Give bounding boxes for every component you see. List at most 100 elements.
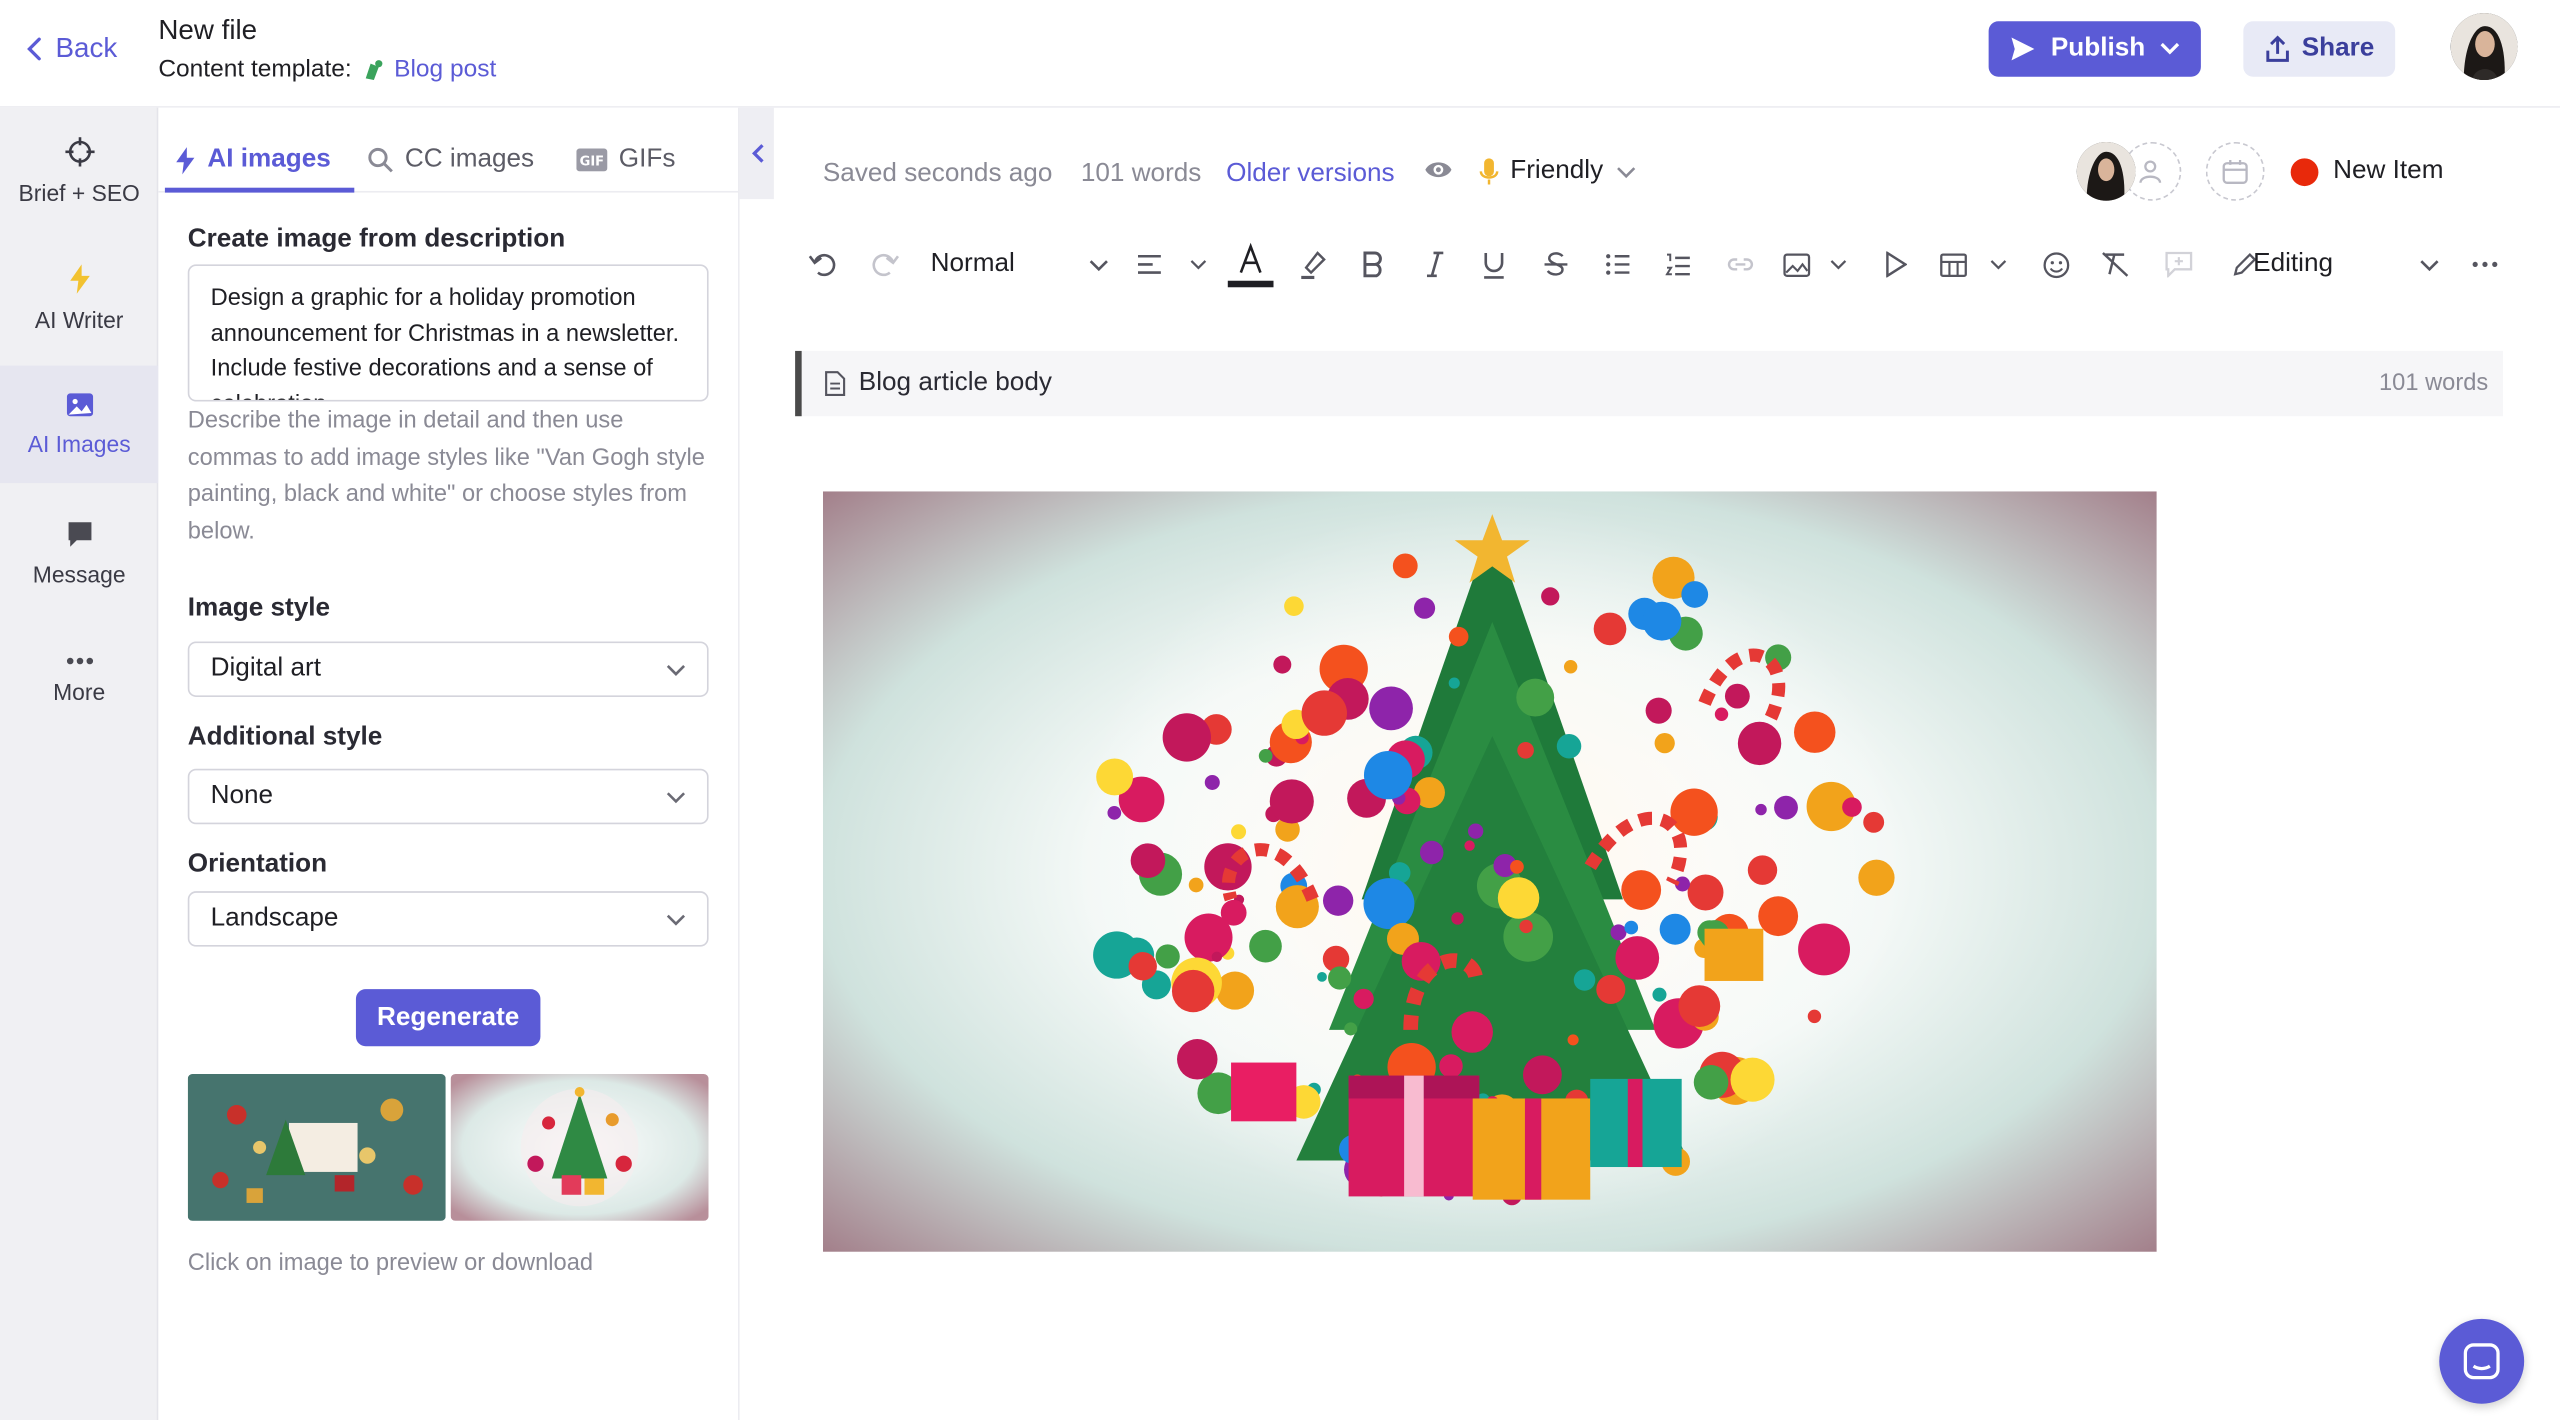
rail-item-ai-images[interactable]: AI Images: [0, 365, 159, 484]
ornament: [1363, 878, 1415, 930]
rail-item-message[interactable]: Message: [0, 495, 158, 613]
template-label: Content template:: [158, 55, 352, 84]
description-hint: Describe the image in detail and then us…: [187, 408, 705, 545]
ornament: [1593, 612, 1627, 646]
crosshair-icon: [64, 137, 94, 167]
undo-button[interactable]: [803, 235, 842, 294]
text-color-button[interactable]: [1225, 235, 1277, 294]
tab-label: GIFs: [618, 145, 676, 174]
search-icon: [368, 147, 393, 173]
ornament: [1758, 896, 1799, 937]
ornament: [1724, 683, 1750, 709]
ornament: [1204, 774, 1220, 790]
new-item-status[interactable]: New Item: [2290, 156, 2444, 186]
ornament: [1301, 690, 1347, 736]
align-left-icon: [1137, 254, 1161, 274]
chevron-down-icon: [1616, 166, 1636, 178]
rail-label: Brief + SEO: [18, 179, 140, 206]
block-format-select[interactable]: Normal: [931, 235, 1111, 294]
pen-nib-icon: [366, 59, 384, 80]
generated-image-thumbnail-2[interactable]: [450, 1073, 709, 1221]
strikethrough-button[interactable]: [1538, 235, 1574, 294]
ornament: [1842, 797, 1862, 817]
back-button[interactable]: Back: [23, 33, 117, 66]
ornament: [1642, 601, 1682, 641]
ornament: [1497, 877, 1540, 919]
user-avatar[interactable]: [2450, 13, 2518, 80]
orientation-label: Orientation: [187, 850, 328, 879]
preview-button[interactable]: [1424, 158, 1453, 181]
send-icon: [2011, 37, 2035, 61]
ornament: [1730, 1057, 1775, 1102]
emoji-button[interactable]: [2038, 235, 2074, 294]
collapse-panel-button[interactable]: [739, 107, 774, 200]
svg-text:GIF: GIF: [580, 155, 604, 170]
redo-button[interactable]: [865, 235, 904, 294]
ornament: [1284, 596, 1304, 616]
rail-item-brief-seo[interactable]: Brief + SEO: [0, 113, 158, 231]
editor-toolbar: Normal Editing: [774, 235, 2560, 297]
template-link[interactable]: Blog post: [361, 55, 496, 83]
ornament: [1107, 805, 1122, 820]
insert-video-button[interactable]: [1878, 235, 1914, 294]
regenerate-button[interactable]: Regenerate: [355, 989, 541, 1047]
ornament: [1670, 788, 1718, 836]
additional-style-label: Additional style: [187, 723, 383, 751]
bullet-list-button[interactable]: [1600, 235, 1636, 294]
ornament: [1678, 985, 1721, 1027]
content-template: Content template: Blog post: [158, 55, 496, 83]
content-block-header[interactable]: Blog article body 101 words: [795, 350, 2503, 417]
ornament: [1211, 951, 1223, 963]
insert-table-select[interactable]: [1940, 235, 2009, 294]
italic-button[interactable]: [1417, 235, 1453, 294]
rail-item-more[interactable]: More: [0, 622, 158, 740]
additional-style-select[interactable]: None: [187, 768, 709, 825]
older-versions-link[interactable]: Older versions: [1226, 160, 1394, 189]
ornament: [1369, 686, 1413, 731]
link-button[interactable]: [1722, 235, 1758, 294]
ornament: [1624, 920, 1639, 935]
new-item-label: New Item: [2333, 156, 2444, 185]
align-select[interactable]: [1136, 235, 1208, 294]
clear-format-button[interactable]: [2098, 235, 2134, 294]
redo-icon: [872, 253, 900, 277]
schedule-button[interactable]: [2205, 142, 2265, 201]
tab-gifs[interactable]: GIF GIFs: [576, 127, 675, 192]
share-button[interactable]: Share: [2243, 21, 2396, 77]
highlight-button[interactable]: [1293, 235, 1332, 294]
ai-images-panel: AI images CC images GIF GIFs Create imag…: [158, 107, 740, 1420]
rail-item-ai-writer[interactable]: AI Writer: [0, 240, 158, 358]
numbered-list-button[interactable]: [1660, 235, 1696, 294]
christmas-hero-image[interactable]: [822, 491, 2157, 1252]
ornament: [1353, 988, 1374, 1010]
ornament: [1714, 707, 1729, 721]
tone-select[interactable]: Friendly: [1479, 157, 1637, 186]
ornament: [1464, 840, 1475, 851]
ornament: [1258, 749, 1273, 763]
tab-cc-images[interactable]: CC images: [367, 127, 534, 192]
orientation-select[interactable]: Landscape: [187, 891, 709, 947]
image-description-input[interactable]: Design a graphic for a holiday promotion…: [187, 264, 709, 402]
ornament: [1573, 969, 1596, 991]
publish-button[interactable]: Publish: [1988, 21, 2201, 77]
ornament: [1659, 913, 1691, 945]
chevron-down-icon: [2160, 42, 2179, 55]
publish-label: Publish: [2050, 34, 2146, 63]
ornament: [1215, 971, 1255, 1010]
tab-ai-images[interactable]: AI images: [175, 127, 331, 192]
ornament: [1774, 795, 1798, 820]
ornament: [1220, 899, 1247, 926]
generated-image-thumbnail-1[interactable]: [187, 1073, 446, 1221]
image-style-value: Digital art: [210, 654, 321, 683]
ornament: [1188, 877, 1204, 893]
more-options-button[interactable]: [2465, 235, 2504, 294]
bold-button[interactable]: [1355, 235, 1391, 294]
image-style-select[interactable]: Digital art: [187, 641, 709, 697]
underline-button[interactable]: [1476, 235, 1512, 294]
comment-button[interactable]: [2160, 235, 2196, 294]
insert-image-select[interactable]: [1783, 235, 1848, 294]
ornament: [1269, 779, 1314, 824]
collaborator-avatar[interactable]: [2076, 142, 2136, 201]
chat-support-button[interactable]: [2439, 1318, 2525, 1404]
editing-mode-select[interactable]: Editing: [2232, 235, 2441, 294]
